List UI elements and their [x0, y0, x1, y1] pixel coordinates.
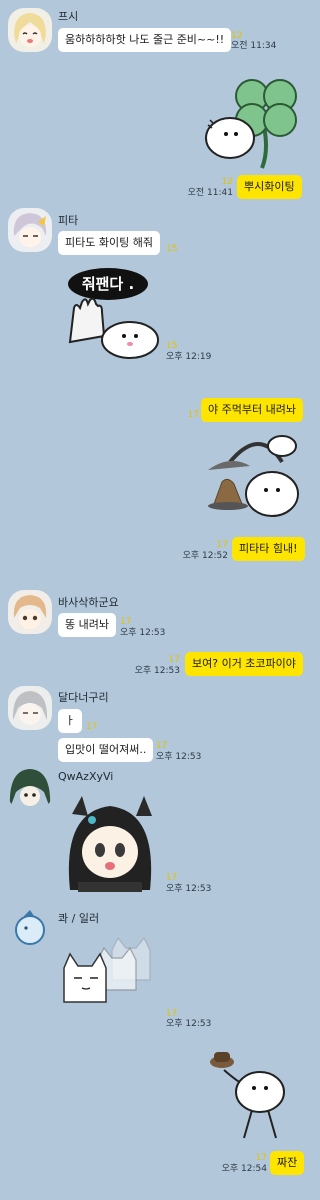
sticker-caption: 줘팬다 . — [82, 275, 134, 293]
message-bubble[interactable]: 움하하하하핫 나도 줄근 준비~~!! — [58, 28, 232, 52]
message-bubble[interactable]: 뿌시화이팅 — [237, 175, 302, 199]
cat-stare-sticker[interactable] — [58, 930, 162, 1010]
message-bubble[interactable]: ㅏ — [58, 709, 83, 733]
hamster-wave-sticker[interactable]: 줘팬다 . — [60, 262, 164, 362]
unread-count: 15 — [166, 341, 178, 351]
anime-girl-sticker[interactable] — [58, 790, 162, 894]
unread-count: 17 — [187, 410, 199, 420]
unread-count: 17 — [216, 540, 228, 550]
hamster-wave-icon: 줘팬다 . — [68, 268, 159, 359]
unread-count: 17 — [166, 1009, 178, 1019]
hamster-clover-icon — [205, 79, 297, 169]
message-time: 오후 12:53 — [134, 666, 180, 676]
hamster-chef-sticker[interactable] — [200, 432, 304, 532]
message-time: 오후 12:53 — [120, 628, 166, 638]
hamster-clover-sticker[interactable] — [200, 68, 304, 172]
sender-name: 콰 / 일러 — [58, 912, 100, 925]
message-time: 오후 12:53 — [156, 752, 202, 762]
message-time: 오후 12:19 — [166, 352, 212, 362]
message-time: 오후 12:52 — [182, 551, 228, 561]
message-bubble[interactable]: 보여? 이거 초코파이야 — [185, 652, 303, 676]
avatar-dalda[interactable] — [8, 686, 52, 730]
unread-count: 17 — [120, 617, 132, 627]
cat-stare-icon — [63, 936, 151, 1003]
message-bubble[interactable]: 짜잔 — [270, 1151, 305, 1175]
unread-count: 12 — [231, 31, 243, 41]
sender-name: 달다너구리 — [58, 691, 109, 704]
avatar-dalda-icon — [8, 686, 52, 730]
message-bubble[interactable]: 피타타 힘내! — [232, 537, 305, 561]
hamster-chef-icon — [208, 435, 299, 517]
message-bubble[interactable]: 야 주먹부터 내려놔 — [201, 398, 303, 422]
unread-count: 17 — [86, 722, 98, 732]
message-bubble[interactable]: 입맛이 떨어져써.. — [58, 738, 154, 762]
message-bubble[interactable]: 똥 내려놔 — [58, 613, 116, 637]
unread-count: 17 — [255, 1153, 267, 1163]
avatar-basasak-icon — [8, 590, 52, 634]
avatar-pita-icon — [8, 208, 52, 252]
unread-count: 15 — [166, 244, 178, 254]
avatar-qwazxyvi[interactable] — [8, 766, 52, 810]
avatar-qwazxyvi-icon — [8, 766, 52, 810]
sender-name: 바사삭하군요 — [58, 596, 119, 609]
message-time: 오전 11:34 — [231, 41, 277, 51]
message-time: 오후 12:54 — [221, 1164, 267, 1174]
avatar-psi-icon — [8, 8, 52, 52]
sender-name: 피타 — [58, 214, 79, 227]
unread-count: 17 — [168, 655, 180, 665]
hamster-hat-icon — [210, 1052, 285, 1139]
hamster-hat-sticker[interactable] — [200, 1048, 304, 1144]
message-time: 오후 12:53 — [166, 884, 212, 894]
avatar-basasak[interactable] — [8, 590, 52, 634]
sender-name: 프시 — [58, 10, 79, 23]
unread-count: 17 — [166, 873, 178, 883]
avatar-psi[interactable] — [8, 8, 52, 52]
message-time: 오후 12:53 — [166, 1019, 212, 1029]
avatar-kwa-icon — [8, 906, 52, 950]
unread-count: 12 — [221, 177, 233, 187]
message-time: 오전 11:41 — [187, 188, 233, 198]
unread-count: 17 — [156, 741, 168, 751]
message-bubble[interactable]: 피타도 화이팅 해줘 — [58, 231, 160, 255]
avatar-kwa[interactable] — [8, 906, 52, 950]
anime-girl-icon — [68, 796, 152, 892]
sender-name: QwAzXyVi — [58, 770, 114, 783]
avatar-pita[interactable] — [8, 208, 52, 252]
